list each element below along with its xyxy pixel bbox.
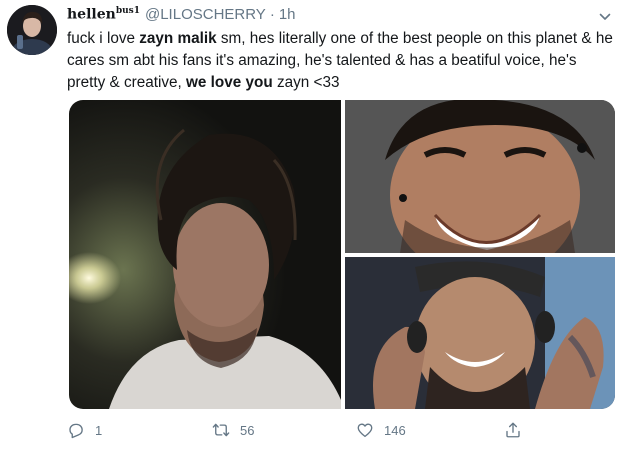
- separator-dot: ·: [269, 6, 275, 23]
- photo-top-right[interactable]: [345, 100, 615, 253]
- retweet-button[interactable]: 56: [212, 418, 254, 442]
- like-button[interactable]: 146: [356, 418, 406, 442]
- share-button[interactable]: [504, 418, 522, 442]
- user-handle[interactable]: @LILOSCHERRY: [145, 6, 266, 23]
- avatar[interactable]: [7, 5, 57, 55]
- reply-icon: [69, 423, 83, 439]
- heart-icon: [357, 423, 373, 438]
- retweet-icon: [212, 423, 230, 437]
- like-count: 146: [384, 422, 406, 438]
- more-options-button[interactable]: [596, 8, 614, 26]
- photo-bottom-right[interactable]: [345, 257, 615, 409]
- tweet-text: fuck i love zayn malik sm, hes literally…: [67, 30, 613, 91]
- chevron-down-icon: [599, 13, 611, 20]
- reply-button[interactable]: 1: [67, 418, 102, 442]
- tweet-actions: 1 56 146: [67, 418, 537, 442]
- share-icon: [506, 422, 520, 438]
- display-name[interactable]: hellenbus1: [67, 6, 140, 23]
- reply-count: 1: [95, 422, 103, 438]
- emphasis-bold: we love you: [186, 74, 273, 91]
- tweet: hellenbus1 @LILOSCHERRY · 1h fuck i love…: [0, 0, 624, 450]
- tweet-header: hellenbus1 @LILOSCHERRY · 1h: [67, 6, 594, 26]
- media-grid: [69, 100, 615, 409]
- timestamp[interactable]: 1h: [279, 6, 296, 23]
- photo-main[interactable]: [69, 100, 341, 409]
- retweet-count: 56: [240, 422, 255, 438]
- mention-bold: zayn malik: [139, 30, 217, 47]
